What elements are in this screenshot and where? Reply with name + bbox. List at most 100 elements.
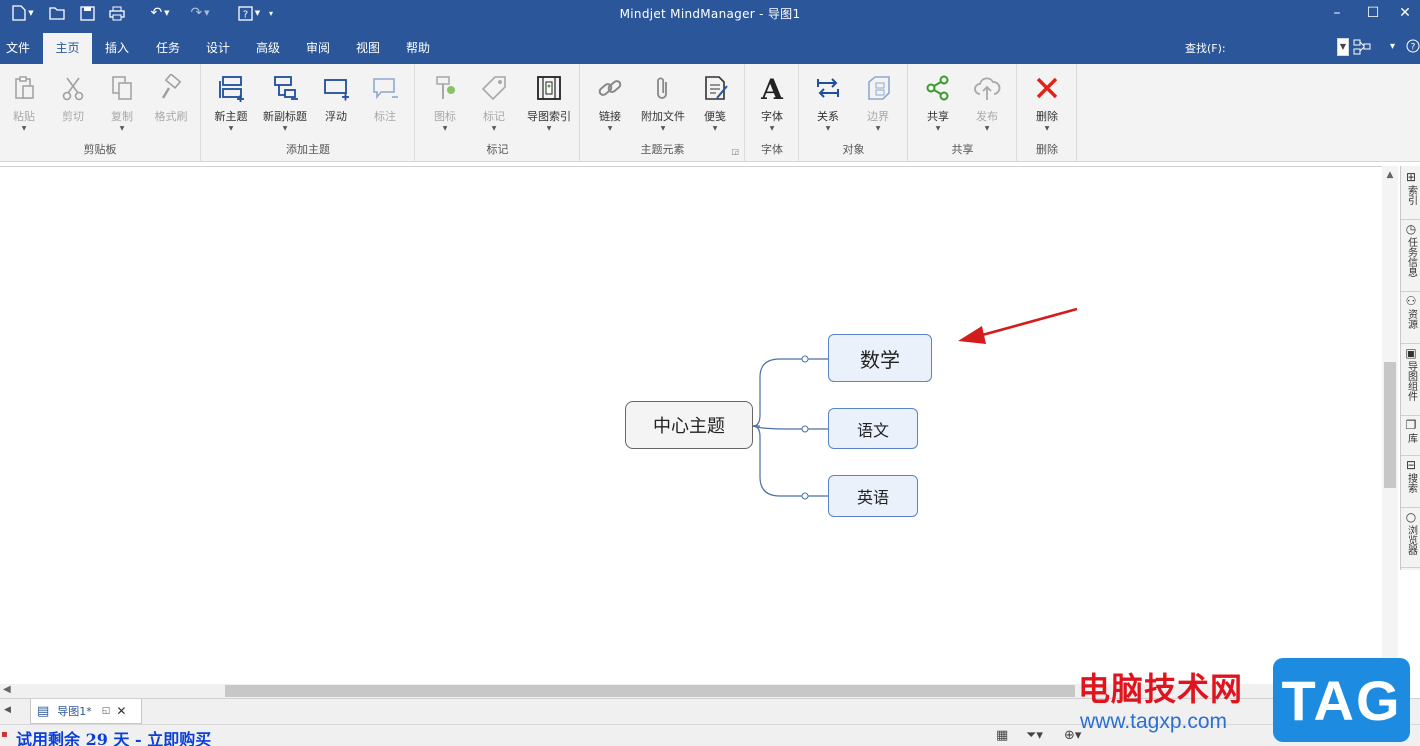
group-label-topic-elements: 主题元素 (640, 143, 685, 156)
new-topic-button[interactable]: 新主题 ▼ (208, 72, 254, 136)
notes-icon (705, 76, 728, 100)
dock-map-parts[interactable]: ▣ 导图组件 (1401, 344, 1420, 416)
dock-task-info[interactable]: ◷ 任务信息 (1401, 220, 1420, 292)
tab-task[interactable]: 任务 (146, 33, 190, 64)
collapse-handle-english[interactable] (801, 492, 809, 500)
tags-button[interactable]: 标记 ▼ (471, 72, 517, 136)
dropdown-arrow-icon: ▼ (491, 125, 497, 132)
new-subtopic-label: 新副标题 (263, 110, 307, 123)
outline-view-icon[interactable]: ▦ (996, 728, 1008, 743)
relationship-button[interactable]: 关系 ▼ (805, 72, 851, 136)
collapse-handle-math[interactable] (801, 355, 809, 363)
dropdown-arrow-icon: ▼ (119, 125, 125, 132)
map-index-button[interactable]: 导图索引 ▼ (522, 72, 576, 136)
attach-file-button[interactable]: 附加文件 ▼ (637, 72, 689, 136)
publish-button[interactable]: 发布 ▼ (964, 72, 1010, 136)
dock-index-label: 索引 (1405, 185, 1417, 205)
help-circle-icon[interactable]: ? (1406, 39, 1420, 57)
link-label: 链接 (599, 110, 621, 123)
document-tab[interactable]: ▤ 导图1* ◱ ✕ (30, 699, 142, 724)
floating-button[interactable]: 浮动 (313, 72, 359, 136)
dropdown-arrow-icon: ▼ (984, 125, 990, 132)
tab-design[interactable]: 设计 (196, 33, 240, 64)
tab-review[interactable]: 审阅 (296, 33, 340, 64)
vertical-scroll-thumb[interactable] (1384, 362, 1396, 488)
maximize-icon[interactable]: ☐ (1356, 0, 1390, 26)
tab-help[interactable]: 帮助 (396, 33, 440, 64)
tab-advanced[interactable]: 高级 (246, 33, 290, 64)
ribbon-collapse-icon[interactable]: ▾ (1390, 41, 1395, 52)
zoom-fit-icon[interactable]: ⊕▾ (1064, 728, 1081, 743)
callout-button[interactable]: 标注 (362, 72, 408, 136)
notes-label: 便笺 (704, 110, 726, 123)
group-delete: 删除 ▼ 删除 (1018, 64, 1077, 162)
callout-label: 标注 (374, 110, 396, 123)
minimize-icon[interactable]: – (1320, 0, 1354, 26)
document-tab-name: 导图1* (57, 705, 92, 718)
map-document-icon: ▤ (37, 703, 50, 719)
dropdown-arrow-icon: ▼ (825, 125, 831, 132)
app-window: ▼ ↶ ▼ ↷ ▼ ? ▼ ▾ Mindjet MindManager - 导图1 –… (0, 0, 1420, 746)
layout-icon[interactable] (1353, 39, 1373, 59)
copy-button[interactable]: 复制 ▼ (99, 72, 145, 136)
svg-text:?: ? (1411, 43, 1416, 53)
scroll-left-icon[interactable]: ◀ (3, 684, 11, 695)
link-button[interactable]: 链接 ▼ (587, 72, 633, 136)
paperclip-icon (657, 77, 667, 99)
relationship-label: 关系 (817, 110, 839, 123)
dock-index[interactable]: ⊞ 索引 (1401, 168, 1420, 220)
tab-home[interactable]: 主页 (43, 33, 92, 64)
connector-chinese (752, 425, 828, 430)
font-button[interactable]: A 字体 ▼ (749, 72, 795, 136)
close-tab-icon[interactable]: ✕ (116, 704, 126, 718)
dock-resources[interactable]: ⚇ 资源 (1401, 292, 1420, 344)
dropdown-arrow-icon: ▼ (21, 125, 27, 132)
dock-browser[interactable]: ○ 浏览器 (1401, 508, 1420, 568)
tags-label: 标记 (483, 110, 505, 123)
dock-search[interactable]: ⊟ 搜索 (1401, 456, 1420, 508)
tab-scroll-left-icon[interactable]: ◀ (4, 705, 11, 715)
browser-icon: ○ (1405, 510, 1417, 524)
cut-button[interactable]: 剪切 (50, 72, 96, 136)
dock-task-info-label: 任务信息 (1405, 237, 1417, 277)
watermark-url: www.tagxp.com (1080, 710, 1228, 733)
font-icon: A (760, 74, 784, 102)
vertical-scrollbar[interactable]: ▲ (1382, 166, 1398, 684)
format-painter-button[interactable]: 格式刷 (148, 72, 194, 136)
find-dropdown[interactable]: ▼ (1337, 38, 1349, 56)
central-topic[interactable]: 中心主题 (625, 401, 753, 449)
subtopic-english[interactable]: 英语 (828, 475, 918, 517)
dock-search-label: 搜索 (1405, 473, 1417, 493)
tab-view[interactable]: 视图 (346, 33, 390, 64)
dock-library-label: 库 (1405, 433, 1417, 443)
icons-button[interactable]: 图标 ▼ (422, 72, 468, 136)
font-label: 字体 (761, 110, 783, 123)
dock-library[interactable]: ❐ 库 (1401, 416, 1420, 456)
trial-buy-link[interactable]: 试用剩余 29 天 - 立即购买 (16, 726, 211, 746)
paste-button[interactable]: 粘贴 ▼ (1, 72, 47, 136)
subtopic-chinese[interactable]: 语文 (828, 408, 918, 449)
dropdown-arrow-icon: ▼ (442, 125, 448, 132)
scroll-up-icon[interactable]: ▲ (1382, 170, 1398, 180)
annotation-arrowhead (958, 326, 986, 344)
close-window-icon[interactable]: ✕ (1388, 0, 1420, 26)
link-icon (598, 80, 622, 96)
delete-button[interactable]: 删除 ▼ (1024, 72, 1070, 136)
group-label-objects: 对象 (842, 143, 865, 156)
cut-icon (62, 77, 84, 101)
dropdown-arrow-icon: ▼ (546, 125, 552, 132)
horizontal-scroll-thumb[interactable] (225, 685, 1075, 697)
new-subtopic-button[interactable]: 新副标题 ▼ (260, 72, 310, 136)
restore-tab-icon[interactable]: ◱ (102, 706, 111, 716)
subtopic-math[interactable]: 数学 (828, 334, 932, 382)
share-button[interactable]: 共享 ▼ (915, 72, 961, 136)
boundary-button[interactable]: 边界 ▼ (855, 72, 901, 136)
filter-icon[interactable]: ⏷▾ (1026, 728, 1043, 743)
dropdown-arrow-icon: ▼ (935, 125, 941, 132)
notes-button[interactable]: 便笺 ▼ (692, 72, 738, 136)
tab-insert[interactable]: 插入 (96, 33, 138, 64)
group-label-font: 字体 (761, 143, 783, 156)
copy-icon (112, 76, 132, 100)
collapse-handle-chinese[interactable] (801, 425, 809, 433)
tab-file[interactable]: 文件 (0, 33, 36, 64)
